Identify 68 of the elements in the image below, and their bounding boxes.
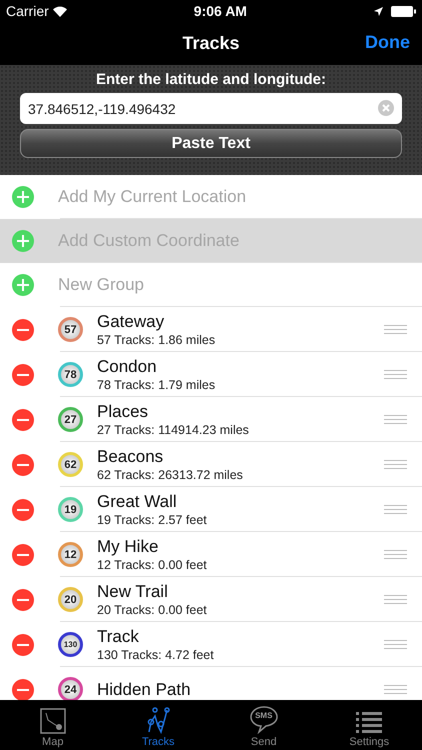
group-name: Condon <box>97 356 158 376</box>
remove-icon[interactable] <box>12 318 34 340</box>
group-count-badge: 130 <box>58 632 83 657</box>
group-name: Places <box>97 402 150 422</box>
group-detail: 20 Tracks: 0.00 feet <box>97 602 208 618</box>
group-detail: 57 Tracks: 1.86 miles <box>97 332 216 348</box>
group-name: Hidden Path <box>97 680 192 700</box>
group-count-badge: 62 <box>58 452 83 477</box>
remove-icon[interactable] <box>12 364 34 386</box>
status-time: 9:06 AM <box>194 3 247 19</box>
coordinate-prompt: Enter the latitude and longitude: <box>96 71 326 88</box>
group-detail: 19 Tracks: 2.57 feet <box>97 512 208 528</box>
reorder-icon[interactable] <box>384 640 407 650</box>
reorder-icon[interactable] <box>384 504 407 514</box>
group-detail: 130 Tracks: 4.72 feet <box>97 646 215 662</box>
paste-text-button[interactable]: Paste Text <box>20 129 402 158</box>
group-count-badge: 19 <box>58 497 83 522</box>
group-name: Beacons <box>97 446 164 466</box>
add-icon[interactable] <box>12 186 34 208</box>
group-count-badge: 78 <box>58 362 83 387</box>
group-count-badge: 12 <box>58 542 83 567</box>
reorder-icon[interactable] <box>384 684 407 694</box>
tab-bar-item[interactable]: Tracks <box>106 700 211 750</box>
group-detail: 62 Tracks: 26313.72 miles <box>97 466 244 482</box>
tab-bar-item[interactable]: SMS Send <box>211 700 316 750</box>
location-arrow-icon <box>374 6 383 16</box>
remove-icon[interactable] <box>12 544 34 566</box>
reorder-icon[interactable] <box>384 370 407 380</box>
group-detail: 78 Tracks: 1.79 miles <box>97 376 216 392</box>
group-count-badge: 20 <box>58 587 83 612</box>
nav-title: Tracks <box>182 33 240 54</box>
group-detail: 12 Tracks: 0.00 feet <box>97 556 208 572</box>
map-icon <box>40 708 66 734</box>
remove-icon[interactable] <box>12 454 34 476</box>
add-icon[interactable] <box>12 230 34 252</box>
group-name: Great Wall <box>97 492 178 512</box>
remove-icon[interactable] <box>12 634 34 656</box>
tab-bar-item[interactable]: Settings <box>316 700 422 750</box>
reorder-icon[interactable] <box>384 594 407 604</box>
list-icon <box>356 710 382 734</box>
add-label: New Group <box>58 275 144 295</box>
group-name: My Hike <box>97 536 160 556</box>
reorder-icon[interactable] <box>384 550 407 560</box>
remove-icon[interactable] <box>12 408 34 430</box>
reorder-icon[interactable] <box>384 460 407 470</box>
group-count-badge: 57 <box>58 317 83 342</box>
remove-icon[interactable] <box>12 588 34 610</box>
group-name: New Trail <box>97 582 169 602</box>
reorder-icon[interactable] <box>384 324 407 334</box>
remove-icon[interactable] <box>12 678 34 700</box>
sms-icon: SMS <box>248 704 279 734</box>
add-icon[interactable] <box>12 274 34 296</box>
group-count-badge: 24 <box>58 677 83 700</box>
reorder-icon[interactable] <box>384 414 407 424</box>
done-button[interactable]: Done <box>365 30 410 55</box>
remove-icon[interactable] <box>12 498 34 520</box>
group-name: Track <box>97 626 140 646</box>
carrier-label: Carrier <box>6 3 49 19</box>
group-name: Gateway <box>97 312 166 332</box>
route-icon <box>145 706 172 734</box>
group-count-badge: 27 <box>58 407 83 432</box>
wifi-icon <box>52 6 67 16</box>
coordinate-field[interactable]: 37.846512,-119.496432 <box>20 93 402 124</box>
tab-bar-item[interactable]: Map <box>0 700 106 750</box>
add-label: Add My Current Location <box>58 187 246 207</box>
battery-icon <box>390 6 416 16</box>
clear-icon[interactable] <box>378 100 394 116</box>
group-detail: 27 Tracks: 114914.23 miles <box>97 422 250 438</box>
